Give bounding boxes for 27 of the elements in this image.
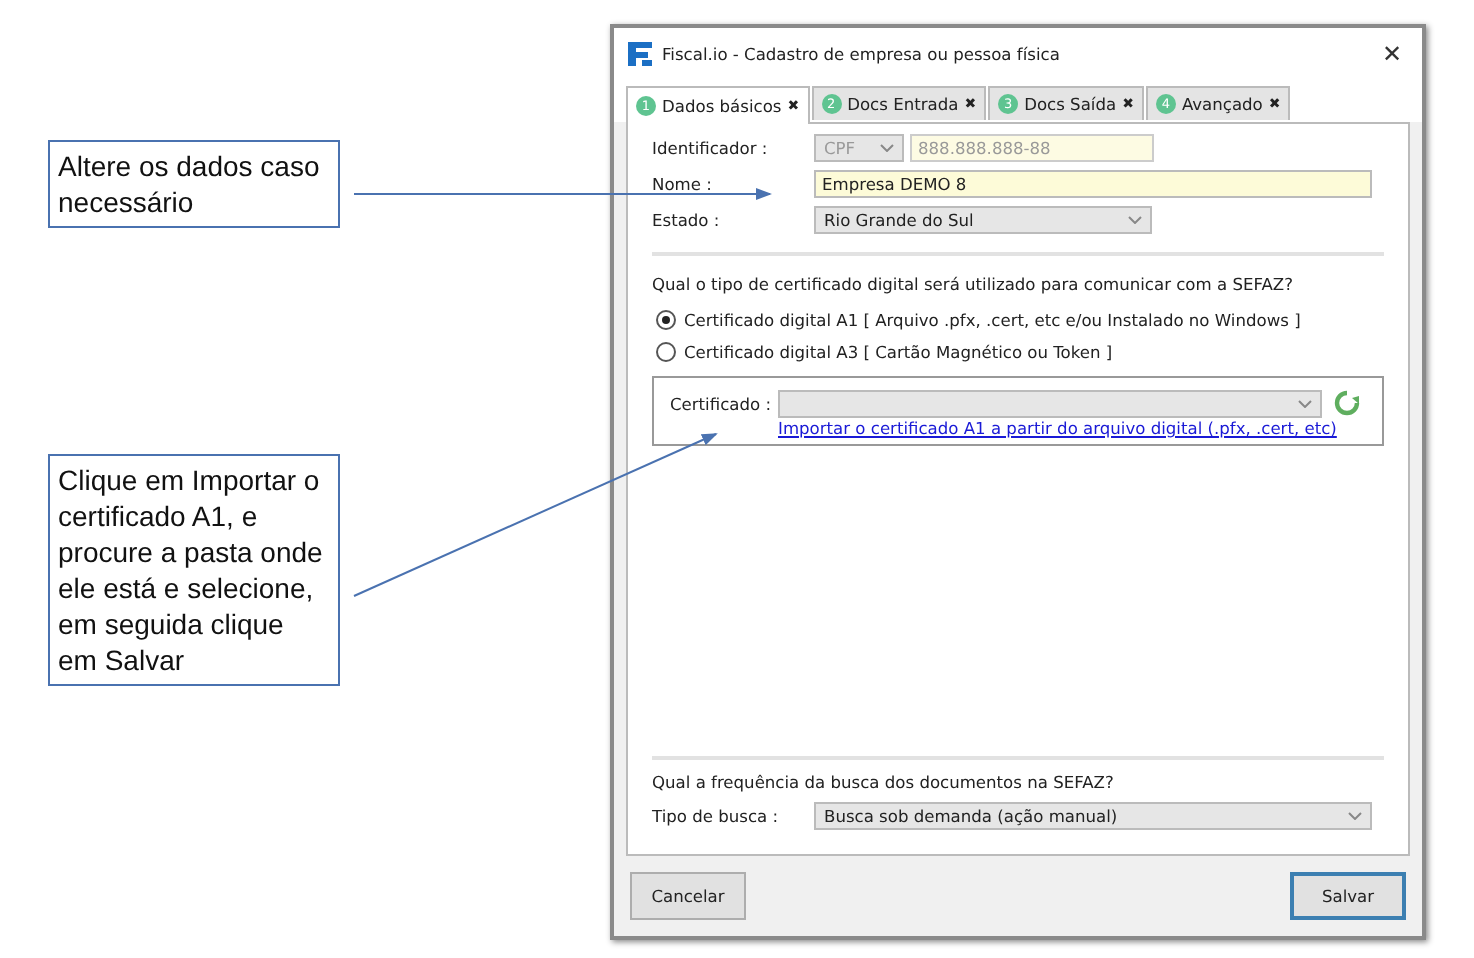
app-logo-icon [626,40,654,68]
caret-icon [880,144,894,152]
caret-icon [1298,399,1312,407]
close-button[interactable]: ✕ [1373,40,1410,68]
radio-option[interactable]: Certificado digital A3 [ Cartão Magnético ou Token ] [652,336,1384,368]
field-label: Nome : [652,174,712,194]
field-label: Tipo de busca : [652,806,779,826]
search-type-select[interactable]: Busca sob demanda (ação manual) [814,802,1372,830]
window-title: Fiscal.io - Cadastro de empresa ou pessoa física [662,44,1062,64]
name-field[interactable]: Empresa DEMO 8 [814,170,1372,198]
caret-icon [1348,812,1362,820]
field-label: Identificador : [652,138,768,158]
callout-note: Clique em Importar o certificado A1, e procure a pasta onde ele está e selecione, em seguida clique em Salvar [48,454,340,686]
radio-button[interactable] [656,342,676,362]
radio-button[interactable] [656,310,676,330]
question-text: Qual a frequência da busca dos documentos na SEFAZ? [652,772,1116,792]
question-text: Qual o tipo de certificado digital será utilizado para comunicar com a SEFAZ? [652,274,1295,294]
radio-option[interactable]: Certificado digital A1 [ Arquivo .pfx, .cert, etc e/ou Instalado no Windows ] [652,304,1384,336]
caret-icon [1128,216,1142,224]
callout-note: Altere os dados caso necessário [48,140,340,228]
dialog-button[interactable]: Salvar [1290,872,1406,920]
field-label: Certificado : [670,393,772,413]
refresh-icon[interactable] [1334,390,1360,416]
dialog-button[interactable]: Cancelar [630,872,746,920]
import-link[interactable]: Importar o certificado A1 a partir do arquivo digital (.pfx, .cert, etc) [778,418,1382,438]
field-label: Estado : [652,210,720,230]
state-select[interactable]: Rio Grande do Sul [814,206,1152,234]
